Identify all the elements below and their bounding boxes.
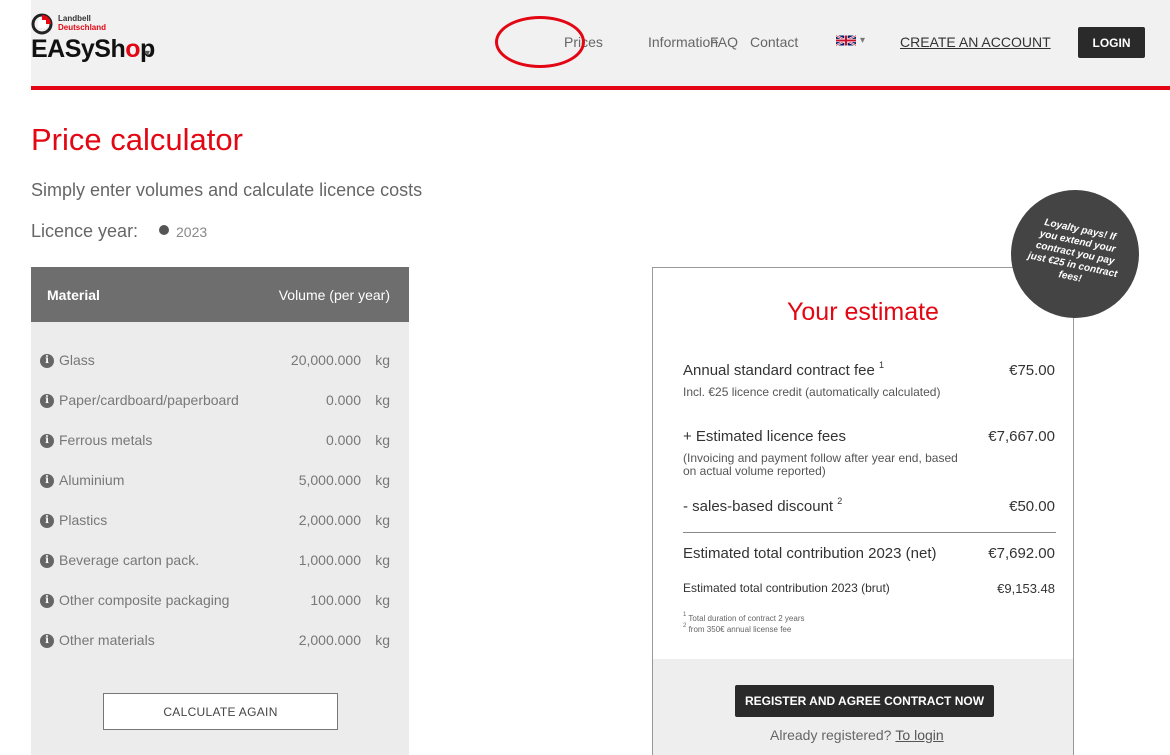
nav-faq[interactable]: FAQ [710,34,738,50]
material-name: Paper/cardboard/paperboard [59,392,239,408]
logo-text-landbell: Landbell [58,14,91,23]
material-name: Plastics [59,512,108,528]
materials-table: Material Volume (per year) i Glass 20,00… [31,267,409,755]
table-row: i Beverage carton pack. 1,000.000 kg [31,550,409,574]
material-volume[interactable]: 100.000 [310,592,361,608]
nav-information[interactable]: Information [648,34,718,50]
estimate-panel: Your estimate Annual standard contract f… [652,267,1074,755]
licence-year-value: 2023 [176,224,208,240]
footnote-1-text: Total duration of contract 2 years [688,614,805,623]
info-icon[interactable]: i [40,554,54,568]
annual-fee-label: Annual standard contract fee 1 [683,360,884,379]
volume-column-header: Volume (per year) [278,287,390,303]
licence-fees-note: (Invoicing and payment follow after year… [683,451,958,478]
annual-fee-value: €75.00 [1009,362,1055,379]
calculate-again-button[interactable]: CALCULATE AGAIN [103,693,338,730]
page-subtitle: Simply enter volumes and calculate licen… [31,180,423,200]
table-row: i Glass 20,000.000 kg [31,350,409,374]
logo-wordmark-b: o [125,35,141,63]
material-volume[interactable]: 0.000 [326,392,361,408]
material-name: Glass [59,352,95,368]
licence-fees-label: + Estimated licence fees [683,428,847,445]
prices-highlight-circle [495,16,585,68]
table-row: i Other materials 2,000.000 kg [31,630,409,654]
material-volume[interactable]: 5,000.000 [299,472,361,488]
easyshop-logo[interactable]: Landbell Deutschland EASyShop ▾ [31,12,161,72]
material-unit: kg [375,432,390,448]
discount-value: €50.00 [1009,498,1055,515]
uk-flag-icon[interactable] [836,34,856,47]
info-icon[interactable]: i [40,434,54,448]
annual-fee-note: Incl. €25 licence credit (automatically … [683,385,941,399]
material-volume[interactable]: 1,000.000 [299,552,361,568]
footnote-2: 2 from 350€ annual license fee [683,623,792,634]
material-column-header: Material [47,287,100,303]
info-icon[interactable]: i [40,474,54,488]
info-icon[interactable]: i [40,354,54,368]
table-row: i Ferrous metals 0.000 kg [31,430,409,454]
licence-year-radio[interactable] [159,225,169,235]
material-unit: kg [375,592,390,608]
discount-label: - sales-based discount 2 [683,496,843,515]
material-name: Beverage carton pack. [59,552,200,568]
footnote-1-mark: 1 [683,612,687,618]
estimate-title: Your estimate [787,298,939,326]
page-title: Price calculator [31,122,243,157]
info-icon[interactable]: i [40,594,54,608]
info-icon[interactable]: i [40,514,54,528]
already-registered-text: Already registered? To login [770,727,944,743]
net-total-value: €7,692.00 [988,545,1055,562]
materials-table-header: Material Volume (per year) [31,267,409,322]
logo-dropdown-chevron-icon[interactable]: ▾ [145,48,150,59]
licence-fees-value: €7,667.00 [988,428,1055,445]
material-volume[interactable]: 2,000.000 [299,632,361,648]
material-unit: kg [375,392,390,408]
material-volume[interactable]: 20,000.000 [291,352,361,368]
language-chevron-down-icon[interactable]: ▾ [860,35,865,46]
site-header: Landbell Deutschland EASyShop ▾ Prices I… [31,0,1170,90]
divider [683,532,1056,533]
material-name: Aluminium [59,472,125,488]
info-icon[interactable]: i [40,394,54,408]
annual-fee-label-text: Annual standard contract fee [683,362,875,379]
material-name: Other composite packaging [59,592,230,608]
footnote-2-text: from 350€ annual license fee [688,625,792,634]
loyalty-badge-text: Loyalty pays! If you extend your contrac… [1026,217,1119,285]
already-registered-label: Already registered? [770,727,892,743]
brut-total-value: €9,153.48 [997,581,1055,596]
material-volume[interactable]: 2,000.000 [299,512,361,528]
login-button[interactable]: LOGIN [1078,27,1145,58]
table-row: i Paper/cardboard/paperboard 0.000 kg [31,390,409,414]
register-contract-button[interactable]: REGISTER AND AGREE CONTRACT NOW [735,685,994,717]
material-unit: kg [375,512,390,528]
logo-wordmark-a: EASySh [31,35,126,63]
table-row: i Other composite packaging 100.000 kg [31,590,409,614]
annual-fee-footnote-mark: 1 [878,360,884,370]
material-name: Other materials [59,632,155,648]
create-account-link[interactable]: CREATE AN ACCOUNT [900,34,1051,50]
brut-total-label: Estimated total contribution 2023 (brut) [683,581,890,595]
material-volume[interactable]: 0.000 [326,432,361,448]
material-unit: kg [375,552,390,568]
material-unit: kg [375,632,390,648]
estimate-actions: REGISTER AND AGREE CONTRACT NOW Already … [653,659,1073,755]
landbell-logo-icon [31,13,53,35]
material-unit: kg [375,352,390,368]
table-row: i Aluminium 5,000.000 kg [31,470,409,494]
footnote-1: 1 Total duration of contract 2 years [683,612,805,623]
material-name: Ferrous metals [59,432,153,448]
net-total-label: Estimated total contribution 2023 (net) [683,545,937,562]
logo-text-deutschland: Deutschland [58,23,107,32]
licence-year-label: Licence year: [31,221,139,241]
to-login-link[interactable]: To login [895,727,943,743]
discount-label-text: - sales-based discount [683,498,834,515]
discount-footnote-mark: 2 [837,496,843,506]
table-row: i Plastics 2,000.000 kg [31,510,409,534]
material-unit: kg [375,472,390,488]
nav-contact[interactable]: Contact [750,34,798,50]
footnote-2-mark: 2 [683,623,687,629]
logo-wordmark: EASyShop [31,35,155,64]
info-icon[interactable]: i [40,634,54,648]
